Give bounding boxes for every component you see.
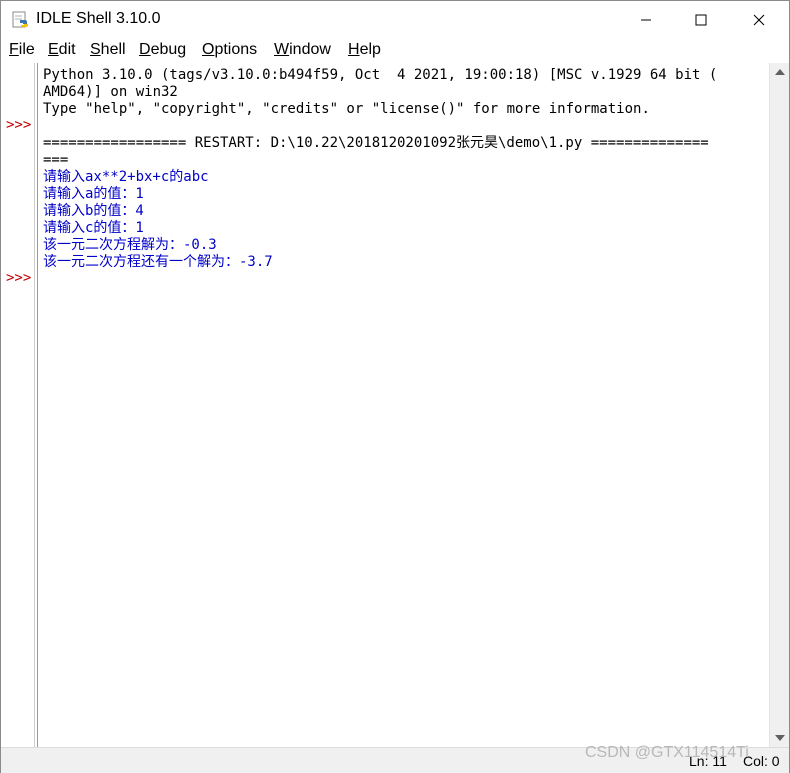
minimize-icon: [640, 11, 652, 30]
menu-shell-label: hell: [100, 41, 126, 58]
prompt-sidebar: >>> >>>: [2, 63, 35, 747]
menu-window[interactable]: Window: [274, 41, 331, 59]
menu-options-accel: O: [202, 41, 215, 58]
menu-edit-accel: E: [48, 41, 59, 58]
idle-shell-window: IDLE Shell 3.10.0 File Edit Shell Debug …: [0, 0, 790, 773]
minimize-button[interactable]: [623, 1, 669, 39]
program-output-line: 该一元二次方程解为：-0.3: [43, 237, 217, 253]
menu-window-accel: W: [274, 41, 290, 58]
restart-line: ================= RESTART: D:\10.22\2018…: [43, 135, 709, 151]
menu-file-accel: F: [9, 41, 19, 58]
menu-file[interactable]: File: [9, 41, 35, 59]
shell-prompt: >>>: [6, 270, 32, 286]
close-button[interactable]: [736, 1, 782, 39]
scroll-up-arrow-icon[interactable]: [775, 69, 785, 75]
shell-line: Python 3.10.0 (tags/v3.10.0:b494f59, Oct…: [43, 67, 718, 83]
csdn-watermark: CSDN @GTX114514Ti: [585, 744, 749, 761]
menu-options[interactable]: Options: [202, 41, 257, 59]
menu-shell-accel: S: [90, 41, 101, 58]
scroll-down-arrow-icon[interactable]: [775, 735, 785, 741]
program-output-line: 该一元二次方程还有一个解为：-3.7: [43, 254, 273, 270]
program-output-line: 请输入c的值：1: [43, 220, 144, 236]
menu-edit-label: dit: [58, 41, 76, 58]
menu-window-label: indow: [289, 41, 331, 58]
menu-bar: File Edit Shell Debug Options Window Hel…: [1, 39, 789, 63]
program-output-line: 请输入b的值：4: [43, 203, 144, 219]
close-icon: [753, 11, 765, 30]
maximize-button[interactable]: [678, 1, 724, 39]
menu-edit[interactable]: Edit: [48, 41, 76, 59]
window-title: IDLE Shell 3.10.0: [36, 10, 161, 27]
restart-line-wrap: ===: [43, 152, 69, 168]
vertical-scrollbar[interactable]: [769, 63, 789, 747]
menu-help[interactable]: Help: [348, 41, 381, 59]
menu-debug-label: ebug: [150, 41, 187, 58]
shell-line: AMD64)] on win32: [43, 84, 178, 100]
maximize-icon: [695, 11, 707, 30]
shell-prompt: >>>: [6, 117, 32, 133]
program-output-line: 请输入ax**2+bx+c的abc: [43, 169, 209, 185]
menu-file-label: ile: [18, 41, 35, 58]
shell-line: Type "help", "copyright", "credits" or "…: [43, 101, 650, 117]
menu-debug-accel: D: [139, 41, 151, 58]
menu-help-accel: H: [348, 41, 360, 58]
program-output-line: 请输入a的值：1: [43, 186, 144, 202]
title-bar[interactable]: IDLE Shell 3.10.0: [1, 1, 789, 39]
menu-options-label: ptions: [214, 41, 258, 58]
shell-text-area[interactable]: Python 3.10.0 (tags/v3.10.0:b494f59, Oct…: [37, 63, 769, 747]
menu-help-label: elp: [359, 41, 381, 58]
menu-debug[interactable]: Debug: [139, 41, 186, 59]
menu-shell[interactable]: Shell: [90, 41, 126, 59]
python-idle-icon: [12, 11, 29, 28]
